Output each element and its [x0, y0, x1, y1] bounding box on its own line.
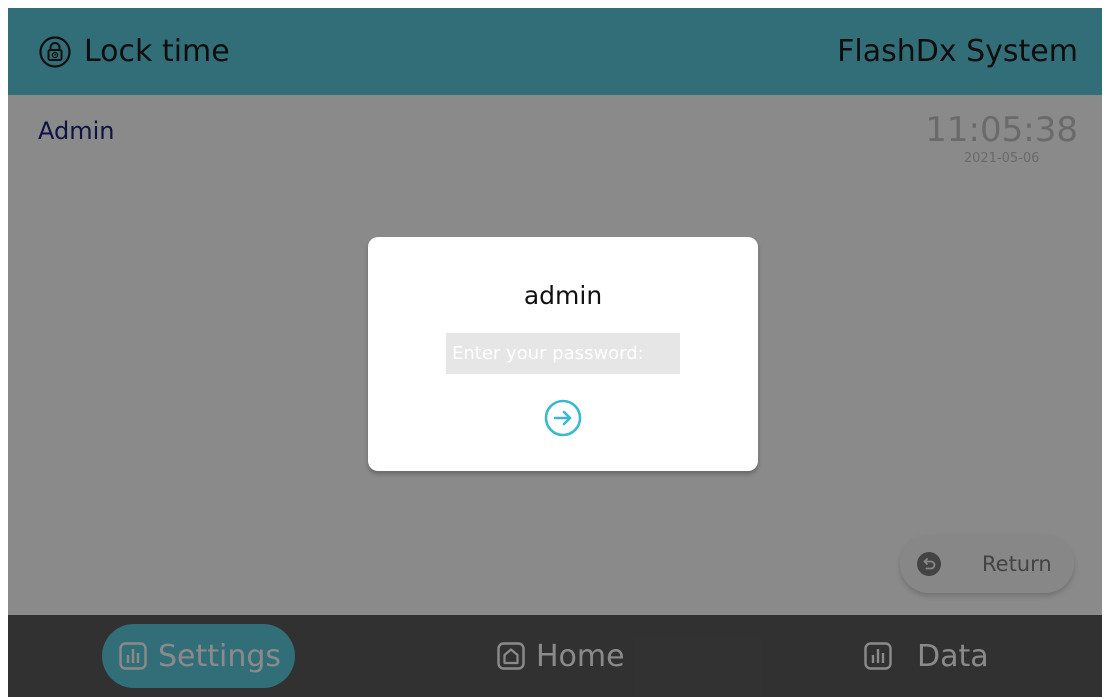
- dialog-username: admin: [523, 281, 603, 310]
- lock-screen: Lock time FlashDx System Admin 11:05:38 …: [8, 8, 1102, 697]
- password-input[interactable]: [446, 333, 680, 374]
- submit-button[interactable]: [543, 398, 583, 442]
- arrow-right-circle-icon: [543, 398, 583, 442]
- password-dialog: admin: [368, 237, 758, 471]
